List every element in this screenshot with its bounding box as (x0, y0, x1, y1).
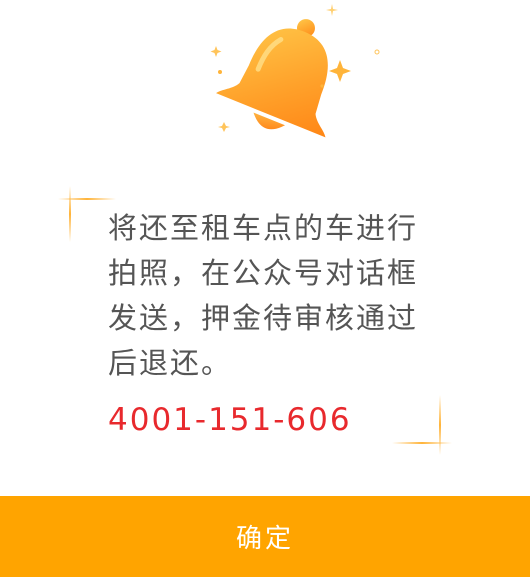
phone-number-link[interactable]: 4001-151-606 (108, 402, 352, 438)
notice-dialog: 将还至租车点的车进行拍照，在公众号对话框发送，押金待审核通过后退还。 4001-… (0, 0, 530, 577)
confirm-button[interactable]: 确定 (0, 496, 530, 577)
bell-illustration (200, 0, 390, 150)
sparkle-decoration (392, 395, 454, 457)
bell-icon (210, 4, 380, 138)
notice-message: 将还至租车点的车进行拍照，在公众号对话框发送，押金待审核通过后退还。 (108, 211, 419, 380)
